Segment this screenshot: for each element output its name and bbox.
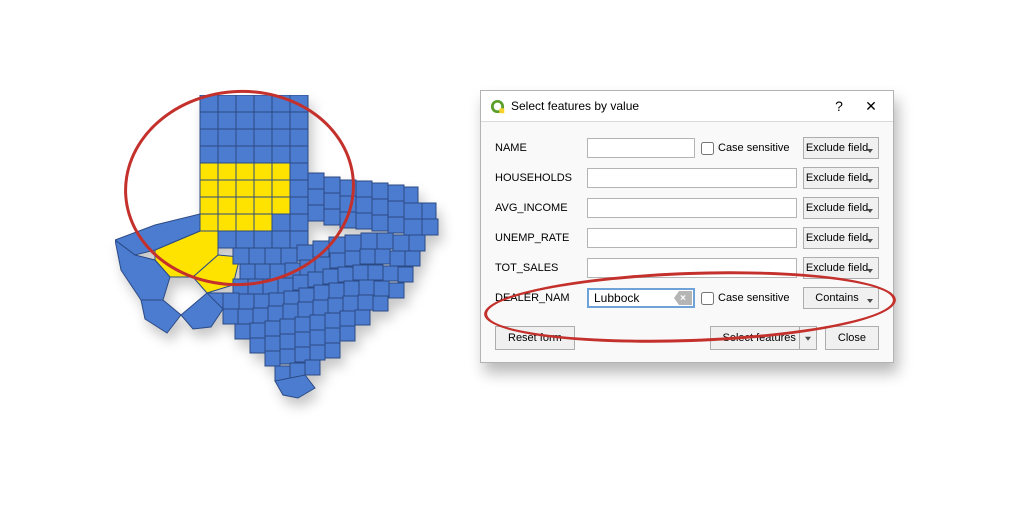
dialog-footer: Reset form Select features Close — [481, 318, 893, 362]
select-features-dialog: Select features by value ? ✕ NAME Case se… — [480, 90, 894, 363]
transpecos-blue — [115, 214, 200, 333]
dialog-titlebar: Select features by value ? ✕ — [481, 91, 893, 122]
case-sensitive-checkbox[interactable]: Case sensitive — [701, 142, 797, 155]
window-close-button[interactable]: ✕ — [855, 93, 887, 119]
operator-button[interactable]: Exclude field — [803, 257, 879, 279]
select-features-label: Select features — [723, 332, 796, 344]
field-label: TOT_SALES — [495, 262, 581, 274]
filter-row-unemp_rate: UNEMP_RATE Exclude field — [495, 224, 879, 252]
operator-button[interactable]: Contains — [803, 287, 879, 309]
field-input-unemp_rate[interactable] — [587, 228, 797, 248]
dropdown-caret-icon — [805, 337, 811, 341]
field-input-dealer_nam[interactable]: × — [587, 288, 695, 308]
filter-row-dealer_nam: DEALER_NAM × Case sensitive Contains — [495, 284, 879, 312]
close-button[interactable]: Close — [825, 326, 879, 350]
filter-row-households: HOUSEHOLDS Exclude field — [495, 164, 879, 192]
central-texas-counties — [181, 231, 425, 398]
filter-row-avg_income: AVG_INCOME Exclude field — [495, 194, 879, 222]
select-features-button[interactable]: Select features — [710, 326, 817, 350]
operator-button[interactable]: Exclude field — [803, 137, 879, 159]
dialog-title: Select features by value — [511, 99, 639, 113]
field-input-name[interactable] — [587, 138, 695, 158]
field-input-avg_income[interactable] — [587, 198, 797, 218]
filter-row-name: NAME Case sensitive Exclude field — [495, 134, 879, 162]
reset-form-button[interactable]: Reset form — [495, 326, 575, 350]
case-sensitive-checkbox[interactable]: Case sensitive — [701, 292, 797, 305]
selected-counties — [200, 163, 290, 231]
qgis-icon — [489, 98, 505, 114]
panhandle-counties — [200, 95, 308, 163]
field-input-households[interactable] — [587, 168, 797, 188]
texas-county-map — [115, 95, 445, 400]
transpecos-selected — [155, 231, 240, 293]
filter-form: NAMECase sensitiveExclude fieldHOUSEHOLD… — [481, 122, 893, 318]
case-sensitive-label: Case sensitive — [718, 142, 790, 154]
field-input-tot_sales[interactable] — [587, 258, 797, 278]
field-label: HOUSEHOLDS — [495, 172, 581, 184]
north-texas-counties — [272, 163, 438, 235]
operator-button[interactable]: Exclude field — [803, 197, 879, 219]
case-sensitive-label: Case sensitive — [718, 292, 790, 304]
operator-button[interactable]: Exclude field — [803, 167, 879, 189]
operator-button[interactable]: Exclude field — [803, 227, 879, 249]
field-label: UNEMP_RATE — [495, 232, 581, 244]
field-label: NAME — [495, 142, 581, 154]
help-button[interactable]: ? — [823, 93, 855, 119]
field-label: DEALER_NAM — [495, 292, 581, 304]
map-highlight-circle — [117, 82, 361, 294]
filter-row-tot_sales: TOT_SALES Exclude field — [495, 254, 879, 282]
field-label: AVG_INCOME — [495, 202, 581, 214]
